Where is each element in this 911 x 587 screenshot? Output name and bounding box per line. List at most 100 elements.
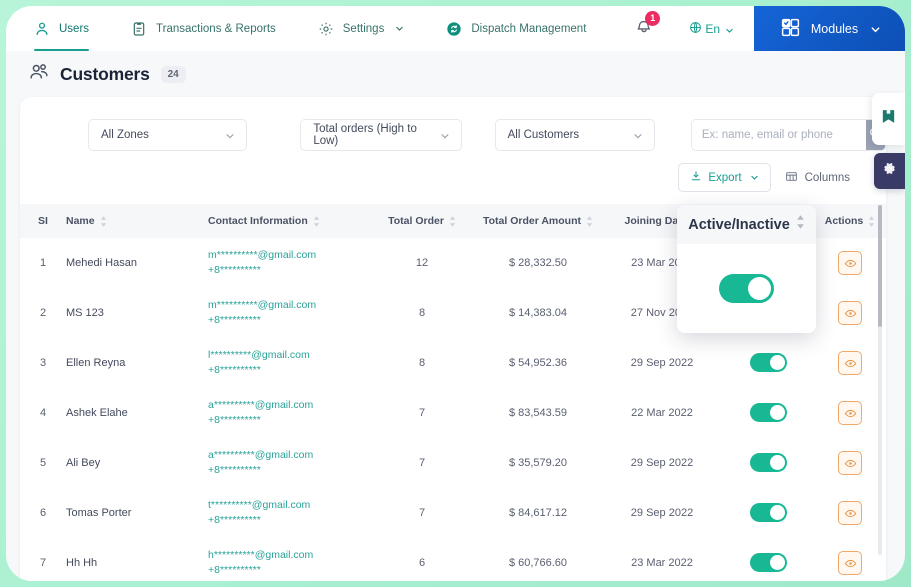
cell-actions [814,338,886,388]
scrollbar-thumb[interactable] [878,205,882,327]
view-customer-button[interactable] [838,551,862,575]
search-box [690,119,886,151]
customer-phone: +8********** [208,514,261,526]
active-status-toggle[interactable] [749,553,787,572]
col-header-sl[interactable]: SI [20,204,66,238]
sort-filter-select[interactable]: Total orders (High to Low) [300,119,462,151]
nav-label-settings: Settings [342,22,385,35]
active-status-toggle[interactable] [749,453,787,472]
table-row[interactable]: 3 Ellen Reyna l**********@gmail.com +8*****… [20,338,886,388]
cell-name: Tomas Porter [66,507,132,519]
customer-type-filter-select[interactable]: All Customers [494,119,655,151]
chevron-down-icon [395,24,404,33]
sort-filter-value: Total orders (High to Low) [313,123,417,147]
toggle-knob [748,277,771,300]
view-customer-button[interactable] [838,401,862,425]
sort-icon [100,215,107,227]
view-customer-button[interactable] [838,501,862,525]
table-toolbar: Export Columns [20,151,886,192]
chevron-down-icon [725,24,734,33]
page-header: Customers 24 [6,51,905,97]
view-customer-button[interactable] [838,301,862,325]
cell-actions [814,538,886,581]
col-header-contact-information[interactable]: Contact Information [208,204,370,238]
save-shortcut-button[interactable] [872,93,905,145]
user-icon [34,21,50,37]
customer-email: a**********@gmail.com [208,448,314,461]
toggle-knob [769,405,785,420]
cell-joining-date: 29 Sep 2022 [630,457,694,469]
columns-grid-icon [785,170,798,186]
chevron-down-icon [750,173,759,182]
table-scrollbar[interactable] [878,205,882,555]
chevron-down-icon [870,24,880,33]
view-customer-button[interactable] [838,451,862,475]
notifications-button[interactable]: 1 [629,10,661,44]
nav-item-transactions-reports[interactable]: Transactions & Reports [131,6,294,51]
cell-contact-information: a**********@gmail.com +8********** [208,438,370,488]
cell-name: Ali Bey [66,457,101,469]
cell-name: Hh Hh [66,557,98,569]
table-row[interactable]: 4 Ashek Elahe a**********@gmail.com +8*****… [20,388,886,438]
cell-contact-information: l**********@gmail.com +8********** [208,338,370,388]
col-header-total-order-amount[interactable]: Total Order Amount [474,204,602,238]
settings-shortcut-button[interactable] [874,153,905,189]
nav-item-settings[interactable]: Settings [318,6,423,51]
zone-filter-select[interactable]: All Zones [88,119,248,151]
cell-name: Ellen Reyna [66,357,126,369]
modules-button[interactable]: Modules [754,6,905,51]
columns-label: Columns [804,171,850,184]
view-customer-button[interactable] [838,351,862,375]
page-title: Customers [60,63,150,84]
view-customer-button[interactable] [838,251,862,275]
clipboard-icon [131,21,147,37]
cell-contact-information: a**********@gmail.com +8********** [208,388,370,438]
magnified-active-toggle[interactable] [719,274,774,303]
app-viewport: Users Transactions & Reports Settings Di… [6,6,905,581]
download-icon [690,170,702,185]
save-icon [880,108,897,130]
cell-total-order: 6 [418,557,426,569]
nav-item-users[interactable]: Users [34,6,107,51]
cell-sl: 6 [39,507,47,519]
language-selector[interactable]: En [689,21,734,37]
customer-email: t**********@gmail.com [208,498,311,511]
table-row[interactable]: 7 Hh Hh h**********@gmail.com +8********** 6… [20,538,886,581]
sort-icon [313,215,320,227]
toggle-knob [769,505,785,520]
customers-card: All Zones Total orders (High to Low) All… [20,97,886,581]
columns-button[interactable]: Columns [785,163,850,192]
cell-actions [814,488,886,538]
nav-item-dispatch-management[interactable]: Dispatch Management [446,6,604,51]
nav-label-users: Users [59,22,90,35]
col-header-total-order[interactable]: Total Order [370,204,474,238]
col-label-sl: SI [38,215,48,227]
cell-active-toggle [722,388,814,438]
customer-phone: +8********** [208,314,261,326]
magnifier-body [677,244,816,333]
export-button[interactable]: Export [678,163,771,192]
table-row[interactable]: 5 Ali Bey a**********@gmail.com +8*********… [20,438,886,488]
active-status-toggle[interactable] [749,503,787,522]
customer-email: h**********@gmail.com [208,548,314,561]
table-row[interactable]: 6 Tomas Porter t**********@gmail.com +8****… [20,488,886,538]
toggle-knob [769,455,785,470]
magnifier-title: Active/Inactive [688,216,790,233]
col-label-actions: Actions [824,215,864,227]
col-header-actions[interactable]: Actions [814,204,886,238]
cell-contact-information: m**********@gmail.com +8********** [208,238,370,288]
col-label-name: Name [66,215,95,227]
col-header-name[interactable]: Name [66,204,208,238]
customer-phone: +8********** [208,264,261,276]
active-status-toggle[interactable] [749,403,787,422]
search-input[interactable] [691,120,866,150]
modules-grid-icon [780,17,801,41]
cell-actions [814,288,886,338]
active-status-toggle[interactable] [749,353,787,372]
cell-name: Mehedi Hasan [66,257,137,269]
dispatch-icon [446,21,462,37]
col-label-total-order: Total Order [388,215,444,227]
cell-total-order: 12 [415,257,429,269]
gear-icon [318,21,334,37]
chevron-down-icon [440,131,449,140]
